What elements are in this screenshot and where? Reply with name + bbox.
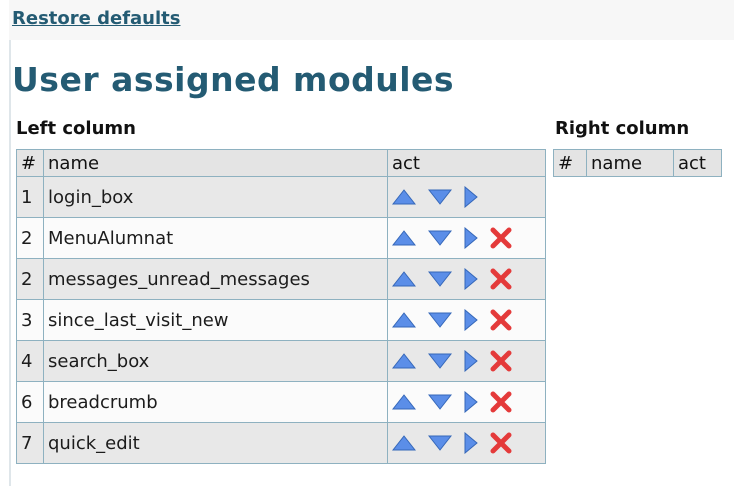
table-row: 1 login_box: [16, 176, 546, 218]
move-right-icon[interactable]: [464, 268, 478, 290]
move-down-icon[interactable]: [428, 271, 452, 287]
left-table-body: 1 login_box 2 MenuAlumnat 2 messages_unread_m…: [16, 176, 546, 464]
table-row: 3 since_last_visit_new: [16, 299, 546, 341]
module-name: search_box: [43, 340, 388, 382]
move-up-icon[interactable]: [392, 394, 416, 410]
left-column-table: # name act 1 login_box 2 MenuAlumnat 2 messag…: [16, 149, 546, 464]
move-down-icon[interactable]: [428, 353, 452, 369]
move-right-icon[interactable]: [464, 391, 478, 413]
table-row: 7 quick_edit: [16, 422, 546, 464]
row-number: 2: [16, 258, 44, 300]
row-actions: [387, 217, 546, 259]
move-down-icon[interactable]: [428, 189, 452, 205]
right-header-act: act: [673, 149, 722, 177]
right-header-name: name: [586, 149, 674, 177]
row-actions: [387, 299, 546, 341]
table-row: 2 messages_unread_messages: [16, 258, 546, 300]
table-row: 4 search_box: [16, 340, 546, 382]
move-right-icon[interactable]: [464, 309, 478, 331]
move-down-icon[interactable]: [428, 230, 452, 246]
row-actions: [387, 422, 546, 464]
row-actions: [387, 258, 546, 300]
row-number: 2: [16, 217, 44, 259]
delete-icon[interactable]: [490, 350, 512, 372]
restore-defaults-link[interactable]: Restore defaults: [12, 8, 180, 29]
left-header-number: #: [16, 149, 44, 177]
move-down-icon[interactable]: [428, 394, 452, 410]
table-row: 2 MenuAlumnat: [16, 217, 546, 259]
left-header-name: name: [43, 149, 388, 177]
move-up-icon[interactable]: [392, 230, 416, 246]
delete-icon[interactable]: [490, 391, 512, 413]
row-number: 7: [16, 422, 44, 464]
row-number: 6: [16, 381, 44, 423]
row-actions: [387, 176, 546, 218]
move-up-icon[interactable]: [392, 189, 416, 205]
delete-icon[interactable]: [490, 432, 512, 454]
module-name: since_last_visit_new: [43, 299, 388, 341]
move-up-icon[interactable]: [392, 435, 416, 451]
module-name: quick_edit: [43, 422, 388, 464]
left-border: [9, 0, 11, 486]
row-actions: [387, 381, 546, 423]
move-down-icon[interactable]: [428, 312, 452, 328]
page: Restore defaults User assigned modules L…: [0, 0, 734, 486]
left-header-act: act: [387, 149, 546, 177]
move-up-icon[interactable]: [392, 271, 416, 287]
module-name: messages_unread_messages: [43, 258, 388, 300]
page-title: User assigned modules: [12, 60, 455, 99]
left-column-label: Left column: [16, 118, 136, 139]
row-number: 4: [16, 340, 44, 382]
move-up-icon[interactable]: [392, 312, 416, 328]
right-column-label: Right column: [555, 118, 690, 139]
move-up-icon[interactable]: [392, 353, 416, 369]
module-name: MenuAlumnat: [43, 217, 388, 259]
row-actions: [387, 340, 546, 382]
move-right-icon[interactable]: [464, 432, 478, 454]
row-number: 3: [16, 299, 44, 341]
move-right-icon[interactable]: [464, 186, 478, 208]
move-right-icon[interactable]: [464, 350, 478, 372]
table-row: 6 breadcrumb: [16, 381, 546, 423]
right-header-number: #: [553, 149, 587, 177]
move-down-icon[interactable]: [428, 435, 452, 451]
delete-icon[interactable]: [490, 268, 512, 290]
module-name: breadcrumb: [43, 381, 388, 423]
delete-icon[interactable]: [490, 309, 512, 331]
delete-icon[interactable]: [490, 227, 512, 249]
right-column-table: # name act: [553, 149, 722, 177]
module-name: login_box: [43, 176, 388, 218]
move-right-icon[interactable]: [464, 227, 478, 249]
row-number: 1: [16, 176, 44, 218]
